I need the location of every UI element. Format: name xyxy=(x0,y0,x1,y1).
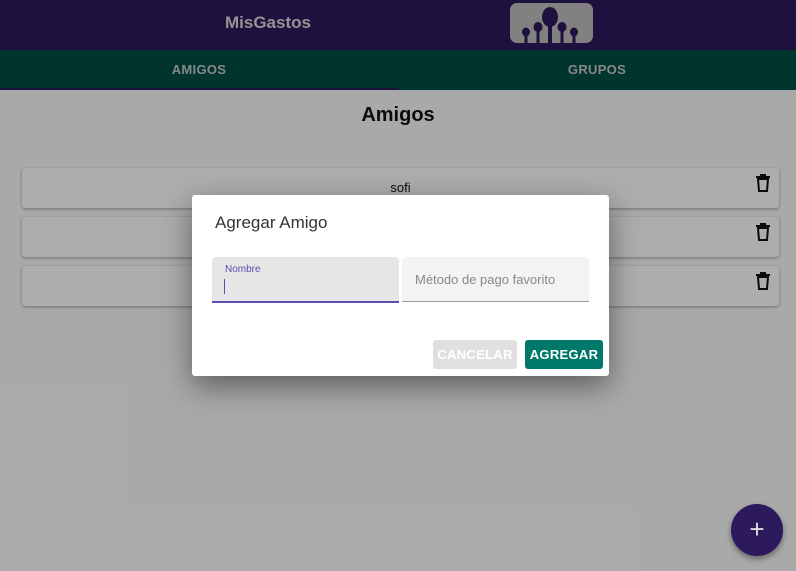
add-button[interactable]: AGREGAR xyxy=(525,340,603,369)
add-friend-dialog: Agregar Amigo Nombre CANCELAR AGREGAR xyxy=(192,195,609,376)
dialog-title: Agregar Amigo xyxy=(215,213,328,232)
metodo-pago-input[interactable] xyxy=(402,257,589,301)
text-cursor xyxy=(224,279,225,294)
nombre-field[interactable]: Nombre xyxy=(212,257,399,303)
nombre-label: Nombre xyxy=(225,264,261,275)
add-friend-fab[interactable]: + xyxy=(731,504,783,556)
cancel-button[interactable]: CANCELAR xyxy=(433,340,517,369)
metodo-field[interactable] xyxy=(402,257,589,302)
